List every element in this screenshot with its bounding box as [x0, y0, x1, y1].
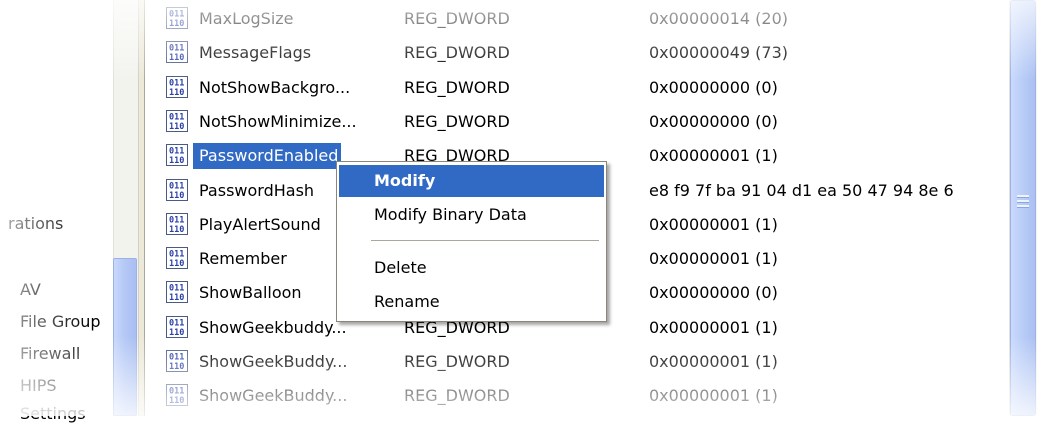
svg-text:011: 011 — [169, 353, 184, 363]
tree-item-rations[interactable]: rations — [8, 214, 63, 233]
value-name[interactable]: ShowGeekBuddy... — [196, 383, 350, 409]
value-type: REG_DWORD — [404, 352, 510, 371]
value-row[interactable]: 011 110 NotShowBackgro... REG_DWORD 0x000000… — [146, 73, 1009, 103]
value-name[interactable]: ShowGeekBuddy... — [196, 349, 350, 375]
svg-text:011: 011 — [169, 250, 184, 260]
value-type: REG_DWORD — [404, 386, 510, 406]
value-data: 0x00000014 (20) — [649, 9, 789, 28]
context-menu: Modify Modify Binary Data Delete Rename — [336, 161, 607, 322]
registry-binary-value-icon: 011 110 — [166, 384, 188, 407]
tree-item-av[interactable]: AV — [20, 280, 41, 299]
registry-binary-value-icon: 011 110 — [166, 350, 188, 372]
value-name[interactable]: MessageFlags — [196, 40, 314, 66]
registry-binary-value-icon: 011 110 — [166, 212, 188, 235]
registry-binary-value-icon: 011 110 — [166, 144, 188, 167]
registry-binary-value-icon: 011 110 — [166, 178, 188, 201]
tree-item-settings[interactable]: Settings — [20, 404, 86, 423]
svg-text:011: 011 — [169, 78, 184, 88]
value-data: 0x00000001 (1) — [649, 352, 778, 371]
value-type: REG_DWORD — [404, 9, 510, 28]
value-data: 0x00000001 (1) — [649, 249, 778, 269]
value-row[interactable]: 011 110 ShowGeekBuddy... REG_DWORD 0x0000000… — [146, 381, 1009, 411]
svg-text:011: 011 — [169, 147, 184, 157]
svg-text:110: 110 — [169, 293, 184, 303]
svg-text:110: 110 — [169, 328, 184, 338]
value-name[interactable]: PasswordHash — [196, 178, 317, 204]
svg-text:011: 011 — [169, 10, 184, 20]
value-type: REG_DWORD — [404, 43, 510, 63]
svg-text:110: 110 — [169, 396, 184, 406]
menu-item-delete[interactable]: Delete — [339, 252, 604, 284]
value-row[interactable]: 011 110 MaxLogSize REG_DWORD 0x00000014 (20) — [146, 4, 1009, 34]
svg-text:011: 011 — [169, 215, 184, 225]
value-name[interactable]: MaxLogSize — [196, 6, 297, 32]
tree-item-file-group[interactable]: File Group — [20, 312, 101, 331]
registry-binary-value-icon: 011 110 — [166, 281, 188, 304]
value-row[interactable]: 011 110 NotShowMinimize... REG_DWORD 0x00000… — [146, 107, 1009, 137]
value-data: 0x00000049 (73) — [649, 43, 789, 63]
scroll-grip-icon — [1017, 195, 1029, 209]
svg-text:110: 110 — [169, 259, 184, 269]
registry-binary-value-icon: 011 110 — [166, 109, 188, 132]
value-row[interactable]: 011 110 MessageFlags REG_DWORD 0x00000049 (7… — [146, 38, 1009, 68]
menu-item-modify[interactable]: Modify — [339, 165, 604, 197]
value-name[interactable]: PlayAlertSound — [196, 212, 324, 238]
svg-text:011: 011 — [169, 318, 184, 328]
value-data: 0x00000001 (1) — [649, 214, 778, 234]
svg-text:110: 110 — [169, 225, 184, 235]
svg-text:110: 110 — [169, 191, 184, 201]
svg-text:110: 110 — [169, 122, 184, 132]
value-data: 0x00000001 (1) — [649, 386, 778, 406]
value-name[interactable]: NotShowBackgro... — [196, 75, 353, 101]
svg-text:110: 110 — [169, 53, 184, 63]
menu-separator — [371, 240, 599, 241]
svg-text:110: 110 — [169, 362, 184, 372]
tree-item-hips[interactable]: HIPS — [20, 376, 57, 395]
value-type: REG_DWORD — [404, 111, 510, 131]
tree-item-firewall[interactable]: Firewall — [20, 344, 80, 363]
svg-text:011: 011 — [169, 44, 184, 54]
value-name[interactable]: NotShowMinimize... — [196, 109, 360, 135]
value-data: 0x00000001 (1) — [649, 146, 778, 166]
registry-binary-value-icon: 011 110 — [166, 75, 188, 98]
menu-item-modify-binary-data[interactable]: Modify Binary Data — [339, 199, 604, 231]
value-name[interactable]: PasswordEnabled — [193, 143, 342, 170]
value-data: 0x00000000 (0) — [649, 111, 778, 131]
svg-text:110: 110 — [169, 88, 184, 98]
value-data: 0x00000000 (0) — [649, 77, 778, 97]
value-type: REG_DWORD — [404, 77, 510, 97]
pane-splitter[interactable] — [138, 0, 145, 416]
svg-text:011: 011 — [169, 387, 184, 397]
svg-text:011: 011 — [169, 112, 184, 122]
menu-item-rename[interactable]: Rename — [339, 286, 604, 318]
value-data: 0x00000000 (0) — [649, 283, 778, 303]
registry-binary-value-icon: 011 110 — [166, 7, 188, 29]
value-data: 0x00000001 (1) — [649, 317, 778, 337]
value-data: e8 f9 7f ba 91 04 d1 ea 50 47 94 8e 6 — [649, 180, 954, 200]
registry-binary-value-icon: 011 110 — [166, 247, 188, 270]
svg-text:110: 110 — [169, 19, 184, 29]
value-name[interactable]: ShowGeekbuddy... — [196, 315, 350, 341]
svg-text:011: 011 — [169, 181, 184, 191]
value-name[interactable]: ShowBalloon — [196, 280, 305, 306]
tree-scrollbar-thumb[interactable] — [113, 258, 137, 416]
registry-binary-value-icon: 011 110 — [166, 315, 188, 338]
svg-text:110: 110 — [169, 156, 184, 166]
svg-text:011: 011 — [169, 284, 184, 294]
value-row[interactable]: 011 110 ShowGeekBuddy... REG_DWORD 0x0000000… — [146, 347, 1009, 377]
registry-binary-value-icon: 011 110 — [166, 41, 188, 64]
value-name[interactable]: Remember — [196, 246, 290, 272]
